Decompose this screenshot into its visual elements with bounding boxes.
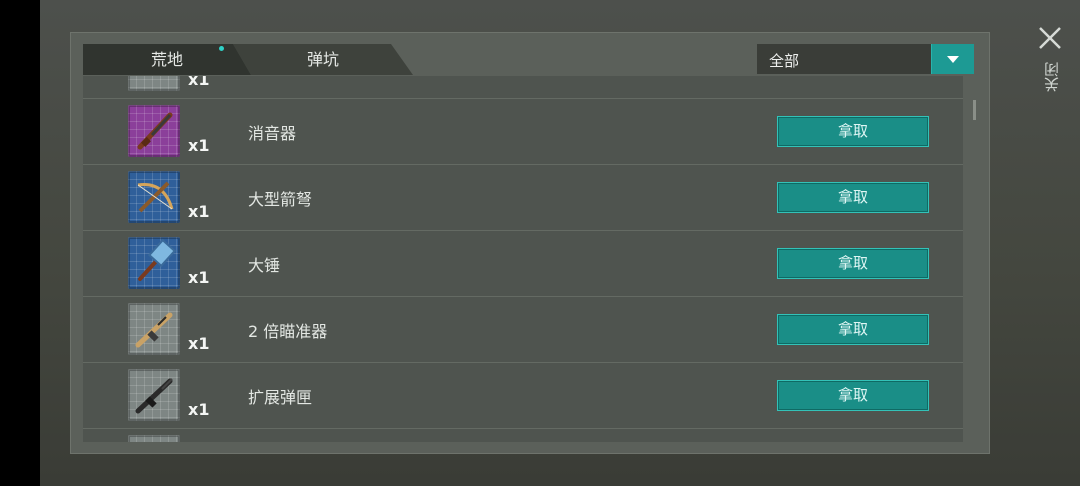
item-quantity: x1 <box>188 202 210 221</box>
take-button[interactable]: 拿取 <box>777 248 929 279</box>
list-item: x1 大型箭弩 拿取 <box>83 164 963 231</box>
item-quantity: x1 <box>188 76 210 89</box>
item-name: 消音器 <box>248 124 297 143</box>
tab-wasteland[interactable]: 荒地 <box>83 44 251 75</box>
list-item: x1 扩展弹匣 拿取 <box>83 362 963 429</box>
rifle-icon <box>128 105 180 157</box>
tab-wasteland-label: 荒地 <box>150 50 183 69</box>
hammer-icon <box>128 237 180 289</box>
notification-dot <box>219 46 224 51</box>
tab-crater-label: 弹坑 <box>306 50 339 69</box>
crossbow-icon <box>128 171 180 223</box>
take-button[interactable]: 拿取 <box>777 182 929 213</box>
scrollbar[interactable] <box>973 100 976 120</box>
item-quantity: x1 <box>188 334 210 353</box>
take-button[interactable]: 拿取 <box>777 380 929 411</box>
rifle-black-icon <box>128 369 180 421</box>
item-quantity: x1 <box>188 268 210 287</box>
take-button[interactable]: 拿取 <box>777 116 929 147</box>
item-name: 2 倍瞄准器 <box>248 322 328 341</box>
crate-icon <box>128 76 180 91</box>
tab-crater[interactable]: 弹坑 <box>233 44 413 75</box>
filter-selected-label: 全部 <box>769 52 800 70</box>
take-button[interactable]: 拿取 <box>777 314 929 345</box>
item-quantity: x1 <box>188 400 210 419</box>
list-item: x1 2 倍瞄准器 拿取 <box>83 296 963 363</box>
tab-bar: 弹坑 荒地 <box>83 44 423 75</box>
filter-dropdown[interactable]: 全部 <box>757 44 974 74</box>
item-quantity: x1 <box>188 136 210 155</box>
item-name: 扩展弹匣 <box>248 388 313 407</box>
list-item <box>83 428 963 442</box>
close-label[interactable]: 关闭 <box>1041 62 1061 92</box>
crate-icon <box>128 435 180 442</box>
list-item: x1 消音器 拿取 <box>83 98 963 165</box>
item-name: 大型箭弩 <box>248 190 313 209</box>
close-icon[interactable] <box>1034 22 1066 54</box>
assault-rifle-icon <box>128 303 180 355</box>
chevron-down-icon[interactable] <box>931 44 974 74</box>
list-item: x1 大锤 拿取 <box>83 230 963 297</box>
item-name: 大锤 <box>248 256 281 275</box>
list-item: x1 <box>83 76 963 99</box>
item-list[interactable]: x1 x1 消音器 拿取 x1 大型箭弩 拿取 x1 大锤 拿取 x1 2 倍瞄… <box>83 76 963 442</box>
